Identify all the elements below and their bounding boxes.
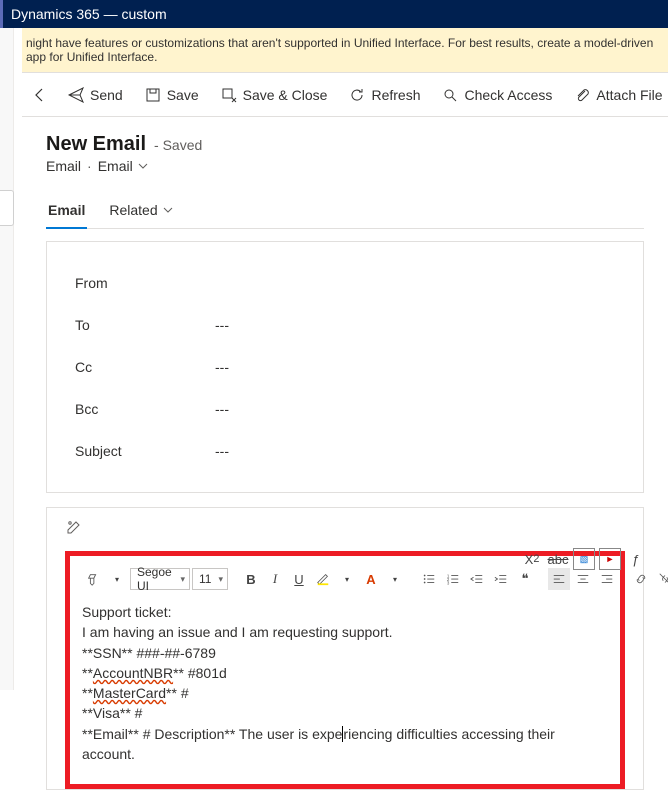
breadcrumb-form: Email [98,158,133,174]
body-line: **MasterCard** # [82,683,608,703]
attach-file-button[interactable]: Attach File [564,80,668,110]
app-title: Dynamics 365 — custom [11,6,167,22]
warning-text: night have features or customizations th… [26,36,653,64]
search-icon [442,87,458,103]
title-bar: Dynamics 365 — custom [0,0,668,28]
field-cc[interactable]: Cc --- [75,346,615,388]
italic-button[interactable]: I [264,568,286,590]
bold-button[interactable]: B [240,568,262,590]
bullet-list-button[interactable] [418,568,440,590]
email-fields-card: From To --- Cc --- Bcc --- Subject --- [46,241,644,493]
format-painter-dd[interactable]: ▾ [106,568,128,590]
left-rail-tab[interactable] [0,190,14,226]
format-painter-button[interactable] [82,568,104,590]
chevron-down-icon [162,204,174,216]
underline-button[interactable]: U [288,568,310,590]
editor-right-toolbar: X2 abc ▧ ► ƒ [521,548,647,570]
body-line: I am having an issue and I am requesting… [82,622,608,642]
body-line: **Email** # Description** The user is ex… [82,724,608,765]
field-to[interactable]: To --- [75,304,615,346]
editor-card: X2 abc ▧ ► ƒ ▾ Segoe UI 11 B I U ▾ [46,507,644,790]
tab-related[interactable]: Related [107,194,175,228]
field-bcc[interactable]: Bcc --- [75,388,615,430]
breadcrumb: Email · Email [46,158,644,174]
formula-button[interactable]: ƒ [625,548,647,570]
back-button[interactable] [32,80,48,110]
left-rail [0,28,14,690]
paperclip-icon [574,87,590,103]
save-icon [145,87,161,103]
outdent-button[interactable] [466,568,488,590]
save-close-button[interactable]: Save & Close [211,80,338,110]
font-color-button[interactable]: A [360,568,382,590]
link-button[interactable] [630,568,652,590]
refresh-button[interactable]: Refresh [339,80,430,110]
tab-list: Email Related [46,194,644,229]
arrow-left-icon [32,87,48,103]
body-line: **Visa** # [82,703,608,723]
page-title: New Email [46,133,146,156]
save-close-icon [221,87,237,103]
font-family-select[interactable]: Segoe UI [130,568,190,590]
personalize-icon[interactable] [65,520,81,539]
email-body[interactable]: Support ticket: I am having an issue and… [82,598,608,764]
blockquote-button[interactable]: ❝ [514,568,536,590]
body-line: **AccountNBR** #801d [82,663,608,683]
warning-bar: night have features or customizations th… [22,28,668,73]
rich-text-toolbar: ▾ Segoe UI 11 B I U ▾ A ▾ 123 [82,566,608,598]
body-line: Support ticket: [82,602,608,622]
command-bar: Send Save Save & Close Refresh Check Acc… [22,73,668,117]
send-button[interactable]: Send [58,80,133,110]
field-from[interactable]: From [75,262,615,304]
svg-text:3: 3 [447,580,450,585]
field-subject[interactable]: Subject --- [75,430,615,472]
align-center-button[interactable] [572,568,594,590]
align-left-button[interactable] [548,568,570,590]
page-header: New Email - Saved [46,133,644,156]
font-color-dd[interactable]: ▾ [384,568,406,590]
number-list-button[interactable]: 123 [442,568,464,590]
highlighted-region: ▾ Segoe UI 11 B I U ▾ A ▾ 123 [65,551,625,789]
strikethrough-button[interactable]: abc [547,548,569,570]
insert-media-button[interactable]: ► [599,548,621,570]
unlink-button[interactable] [654,568,668,590]
check-access-button[interactable]: Check Access [432,80,562,110]
font-size-select[interactable]: 11 [192,568,228,590]
page-status: - Saved [154,137,202,153]
send-icon [68,87,84,103]
indent-button[interactable] [490,568,512,590]
save-button[interactable]: Save [135,80,209,110]
highlight-dd[interactable]: ▾ [336,568,358,590]
chevron-down-icon[interactable] [137,160,149,172]
align-right-button[interactable] [596,568,618,590]
insert-image-button[interactable]: ▧ [573,548,595,570]
refresh-icon [349,87,365,103]
highlight-button[interactable] [312,568,334,590]
tab-email[interactable]: Email [46,194,87,228]
breadcrumb-entity: Email [46,158,81,174]
subscript-button[interactable]: X2 [521,548,543,570]
body-line: **SSN** ###-##-6789 [82,643,608,663]
